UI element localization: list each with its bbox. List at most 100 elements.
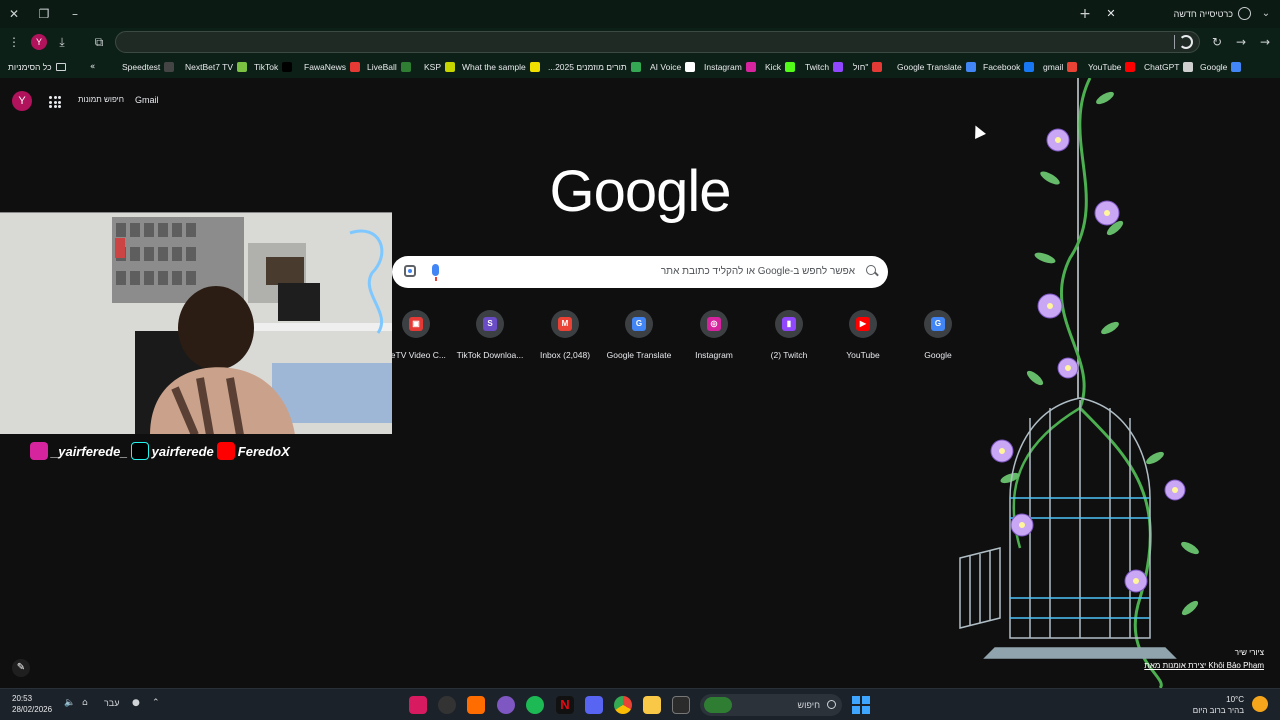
close-window-button[interactable]: ✕ (4, 4, 24, 24)
customize-pencil-icon[interactable]: ✎ (12, 659, 30, 677)
images-link[interactable]: חיפוש תמונות (78, 95, 124, 104)
bookmark-item[interactable]: FawaNews (304, 59, 361, 75)
bookmark-favicon-icon (164, 62, 175, 72)
bookmark-label: Google Translate (897, 62, 962, 72)
bookmark-item[interactable]: What the sample (462, 59, 540, 75)
google-icon[interactable] (1179, 35, 1193, 49)
bookmark-favicon-icon (1183, 62, 1194, 72)
bookmark-item[interactable]: KSP (424, 59, 456, 75)
voice-search-icon[interactable] (432, 264, 439, 281)
bookmark-item[interactable]: NextBet7 TV (185, 59, 248, 75)
shortcut-favicon-icon: M (558, 317, 572, 331)
weather-sun-icon (1252, 696, 1268, 712)
bookmark-label: AI Voice (650, 62, 682, 72)
forward-icon[interactable]: → (1231, 32, 1251, 52)
new-tab-page: Y חיפוש תמונות Gmail Google אפשר לחפש ב-… (0, 78, 1280, 688)
bookmark-item[interactable]: ChatGPT (1144, 59, 1194, 75)
download-icon[interactable]: ⤓ (52, 32, 72, 52)
bookmark-item[interactable]: Speedtest (122, 59, 175, 75)
shortcut-label: TikTok Downloa... (456, 350, 524, 360)
app-icon[interactable] (672, 696, 690, 714)
tiktok-app-icon[interactable] (409, 696, 427, 714)
chrome-app-icon[interactable] (614, 696, 632, 714)
bookmark-item[interactable]: YouTube (1088, 59, 1136, 75)
bookmark-favicon-icon (965, 62, 976, 72)
credit-artist[interactable]: Khôi Bảo Phạm יצירת אומנות מאת (1144, 661, 1264, 670)
shortcut-icon-bg: S (476, 310, 504, 338)
brave-app-icon[interactable] (467, 696, 485, 714)
language-indicator[interactable]: עבר (104, 698, 119, 708)
bookmark-item[interactable]: Google (1200, 59, 1242, 75)
weather-desc: בהיר ברוב היום (1192, 706, 1244, 715)
bookmark-label: FawaNews (304, 62, 347, 72)
extensions-icon[interactable]: ⧉ (89, 32, 109, 52)
all-bookmarks[interactable]: כל הסימניות (8, 59, 66, 75)
bookmark-item[interactable]: LiveBall (367, 59, 411, 75)
shortcut-tile[interactable]: G Google Translate (602, 310, 676, 370)
tab-new-tab[interactable]: ✕ כרטיסייה חדשה (1100, 0, 1255, 28)
apps-grid-icon[interactable] (49, 96, 61, 108)
wallpaper-credit[interactable]: ציורי שיר Khôi Bảo Phạm יצירת אומנות מאת (1144, 646, 1264, 672)
file-explorer-icon[interactable] (643, 696, 661, 714)
obs-app-icon[interactable] (438, 696, 456, 714)
bookmark-item[interactable]: TikTok (254, 59, 293, 75)
tray-overflow-icon[interactable]: ⌃ (152, 698, 160, 708)
address-bar[interactable] (115, 31, 1200, 53)
bookmark-item[interactable]: Twitch (805, 59, 844, 75)
microphone-icon[interactable]: ● (132, 698, 140, 708)
new-tab-button[interactable]: + (1077, 4, 1093, 24)
back-icon[interactable]: → (1255, 32, 1275, 52)
bookmark-item[interactable]: gmail (1043, 59, 1078, 75)
tab-close-icon[interactable]: ✕ (1103, 4, 1119, 24)
bookmark-label: What the sample (462, 62, 526, 72)
windows-start-icon[interactable] (852, 696, 870, 714)
bookmark-item[interactable]: ...2025 תורים מוזמנים (548, 59, 641, 75)
bookmarks-overflow-icon[interactable]: « (90, 59, 95, 75)
gmail-link[interactable]: Gmail (135, 95, 159, 105)
bookmark-item[interactable]: Kick (765, 59, 796, 75)
tiktok-handle: yairferede (151, 443, 214, 459)
bookmark-item[interactable]: Google Translate (897, 59, 976, 75)
shortcut-tile[interactable]: M Inbox (2,048) (528, 310, 602, 370)
netflix-app-icon[interactable]: N (556, 696, 574, 714)
discord-app-icon[interactable] (585, 696, 603, 714)
bookmark-item[interactable]: Instagram (704, 59, 756, 75)
bookmark-label: LiveBall (367, 62, 397, 72)
shortcut-icon-bg: ▶ (849, 310, 877, 338)
account-avatar[interactable]: Y (12, 91, 32, 111)
menu-icon[interactable]: ⋮ (4, 32, 24, 52)
spotify-app-icon[interactable] (526, 696, 544, 714)
app-icon[interactable] (497, 696, 515, 714)
search-icon (866, 265, 876, 275)
bookmark-item[interactable]: Facebook (983, 59, 1035, 75)
weather-widget[interactable]: 10°C בהיר ברוב היום (1193, 694, 1244, 716)
volume-icon[interactable]: 🔈 (64, 698, 75, 708)
shortcut-favicon-icon: G (632, 317, 646, 331)
instagram-icon (30, 442, 48, 460)
bookmark-label: KSP (424, 62, 442, 72)
shortcut-tile[interactable]: ◎ Instagram (677, 310, 751, 370)
search-highlight-icon (704, 697, 732, 713)
profile-avatar[interactable]: Y (31, 34, 47, 50)
shortcut-tile[interactable]: ▶ YouTube (826, 310, 900, 370)
taskbar-search[interactable]: חיפוש (700, 694, 842, 716)
clock[interactable]: 20:53 28/02/2026 (12, 693, 52, 715)
shortcut-tile[interactable]: S TikTok Downloa... (453, 310, 527, 370)
bookmark-label: gmail (1043, 62, 1064, 72)
google-lens-icon[interactable] (404, 265, 416, 277)
network-icon[interactable]: ⌂ (82, 698, 88, 708)
minimize-window-button[interactable]: – (65, 4, 85, 24)
google-logo: Google (549, 159, 731, 224)
shortcut-icon-bg: ▮ (775, 310, 803, 338)
tab-search-icon[interactable]: ⌄ (1258, 4, 1274, 24)
shortcut-favicon-icon: S (483, 317, 497, 331)
bookmark-item[interactable]: חול" (853, 59, 883, 75)
shortcut-favicon-icon: ▶ (856, 317, 870, 331)
all-bookmarks-label: כל הסימניות (8, 62, 52, 72)
restore-window-button[interactable]: ❐ (34, 4, 54, 24)
bookmark-item[interactable]: AI Voice (650, 59, 696, 75)
reload-icon[interactable]: ↻ (1207, 32, 1227, 52)
shortcut-tile[interactable]: ▮ (2) Twitch (752, 310, 826, 370)
search-box[interactable]: אפשר לחפש ב-Google או להקליד כתובת אתר (392, 256, 888, 288)
bookmark-favicon-icon (685, 62, 696, 72)
